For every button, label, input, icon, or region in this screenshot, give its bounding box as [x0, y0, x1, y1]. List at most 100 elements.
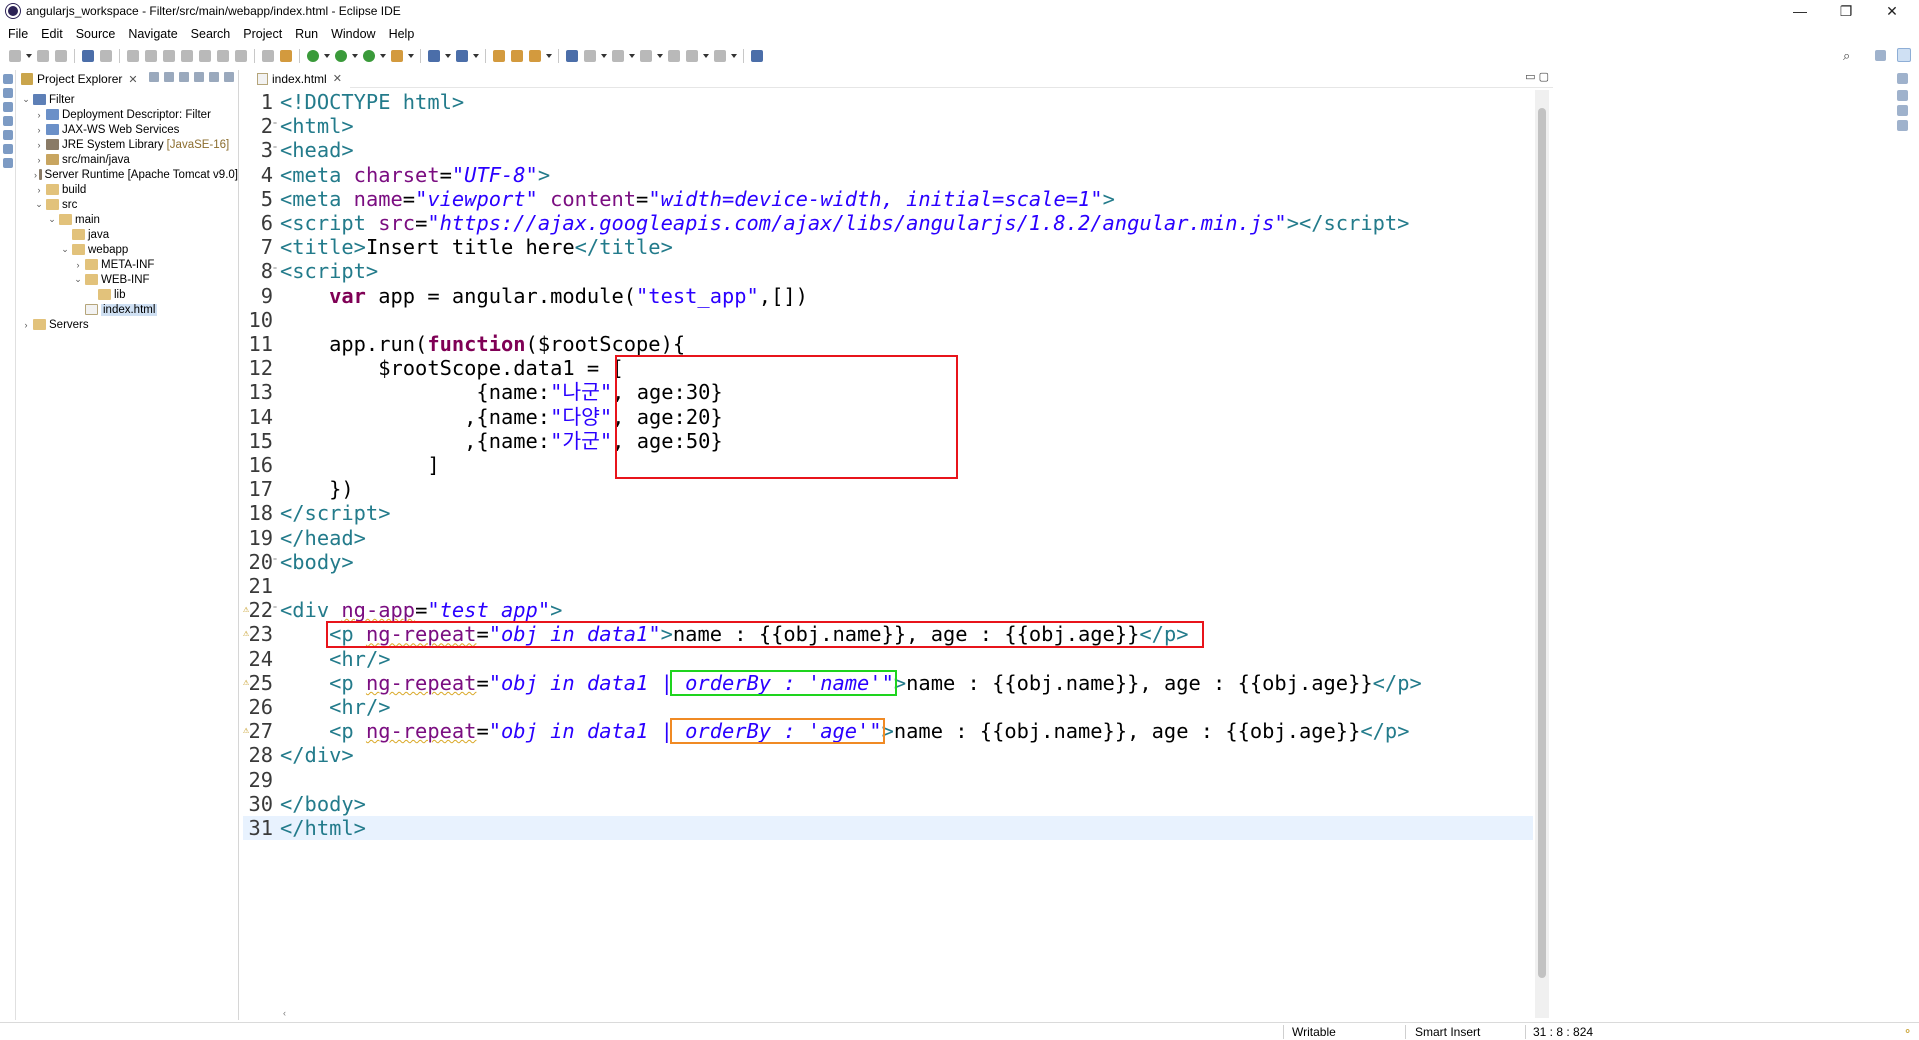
- code-line[interactable]: 8 ⁼ <script>: [243, 259, 1533, 283]
- tab-project-explorer[interactable]: Project Explorer ✕: [17, 70, 142, 88]
- chevron-down-icon[interactable]: [473, 54, 479, 58]
- fold-toggle-icon[interactable]: ⁼: [272, 598, 278, 622]
- save-icon[interactable]: [37, 50, 49, 62]
- save-all-icon[interactable]: [55, 50, 67, 62]
- code-line[interactable]: 17 }): [243, 477, 1533, 501]
- chevron-right-icon[interactable]: ›: [73, 260, 83, 270]
- chevron-down-icon[interactable]: ⌄: [34, 199, 44, 210]
- tree-item[interactable]: › JAX-WS Web Services: [17, 122, 238, 137]
- code-line[interactable]: 26 <hr/>: [243, 695, 1533, 719]
- code-line[interactable]: 11 app.run(function($rootScope){: [243, 332, 1533, 356]
- code-line[interactable]: 15 ,{name:"가군", age:50}: [243, 429, 1533, 453]
- tree-item[interactable]: › JRE System Library [JavaSE-16]: [17, 137, 238, 152]
- run-icon[interactable]: [335, 50, 347, 62]
- menu-edit[interactable]: Edit: [33, 27, 68, 41]
- minimize-button[interactable]: —: [1777, 0, 1823, 22]
- tree-item[interactable]: › build: [17, 182, 238, 197]
- tree-item[interactable]: › src/main/java: [17, 152, 238, 167]
- menu-run[interactable]: Run: [287, 27, 323, 41]
- maximize-view-icon[interactable]: [224, 72, 234, 82]
- tab-index-html[interactable]: index.html ✕: [243, 69, 350, 88]
- close-icon[interactable]: ✕: [333, 72, 342, 85]
- tree-item[interactable]: ⌄ webapp: [17, 242, 238, 257]
- close-button[interactable]: ✕: [1869, 0, 1915, 22]
- code-line[interactable]: 24 <hr/>: [243, 647, 1533, 671]
- task-view-icon[interactable]: [1897, 90, 1908, 101]
- chevron-right-icon[interactable]: ›: [34, 110, 44, 120]
- menu-window[interactable]: Window: [323, 27, 380, 41]
- step-return-icon[interactable]: [235, 50, 247, 62]
- forward-icon[interactable]: [714, 50, 726, 62]
- code-line[interactable]: 31 </html>: [243, 816, 1533, 840]
- chevron-right-icon[interactable]: ›: [34, 140, 44, 150]
- code-line[interactable]: 29: [243, 768, 1533, 792]
- chevron-down-icon[interactable]: [657, 54, 663, 58]
- editor-minmax-icon[interactable]: ▭ ▢: [1525, 70, 1549, 83]
- globe-icon[interactable]: [566, 50, 578, 62]
- previous-annotation-icon[interactable]: [640, 50, 652, 62]
- code-line[interactable]: 30 </body>: [243, 792, 1533, 816]
- chevron-right-icon[interactable]: ›: [34, 155, 44, 165]
- console-icon[interactable]: [3, 158, 13, 168]
- tree-item[interactable]: ⌄ src: [17, 197, 238, 212]
- chevron-right-icon[interactable]: ›: [34, 125, 44, 135]
- open-type-icon[interactable]: [493, 50, 505, 62]
- tree-item[interactable]: ⌄ WEB-INF: [17, 272, 238, 287]
- code-line[interactable]: 16 ]: [243, 453, 1533, 477]
- code-line[interactable]: 7 <title>Insert title here</title>: [243, 235, 1533, 259]
- fold-toggle-icon[interactable]: ⁼: [272, 114, 278, 138]
- last-edit-icon[interactable]: [668, 50, 680, 62]
- chevron-down-icon[interactable]: [324, 54, 330, 58]
- code-line[interactable]: 13 {name:"나군", age:30}: [243, 380, 1533, 404]
- new-icon[interactable]: [9, 50, 21, 62]
- menu-help[interactable]: Help: [381, 27, 420, 41]
- tree-item[interactable]: › Server Runtime [Apache Tomcat v9.0]: [17, 167, 238, 182]
- code-editor[interactable]: 1 <!DOCTYPE html> 2 ⁼ <html> 3 ⁼ <head> 4 <meta c…: [243, 90, 1533, 1000]
- code-line[interactable]: 3 ⁼ <head>: [243, 138, 1533, 162]
- menu-project[interactable]: Project: [235, 27, 287, 41]
- chevron-down-icon[interactable]: [380, 54, 386, 58]
- new-class-icon[interactable]: [456, 50, 468, 62]
- menu-search[interactable]: Search: [183, 27, 236, 41]
- navigator-icon[interactable]: [3, 130, 13, 140]
- open-task-icon[interactable]: [511, 50, 523, 62]
- tree-item[interactable]: › Servers: [17, 317, 238, 332]
- use-step-filters-icon[interactable]: [262, 50, 274, 62]
- tree-item[interactable]: › Deployment Descriptor: Filter: [17, 107, 238, 122]
- restore-button[interactable]: ❐: [1823, 0, 1869, 22]
- status-insert-mode[interactable]: Smart Insert: [1415, 1025, 1480, 1039]
- debug-icon[interactable]: [307, 50, 319, 62]
- skip-breakpoints-icon[interactable]: [100, 50, 112, 62]
- disconnect-icon[interactable]: [181, 50, 193, 62]
- close-icon[interactable]: ✕: [128, 73, 137, 86]
- tree-item[interactable]: index.html: [17, 302, 238, 317]
- chevron-down-icon[interactable]: [546, 54, 552, 58]
- code-line[interactable]: 21: [243, 574, 1533, 598]
- code-line[interactable]: 1 <!DOCTYPE html>: [243, 90, 1533, 114]
- code-line[interactable]: ⚠ 27 <p ng-repeat="obj in data1 | orderBy…: [243, 719, 1533, 743]
- fold-toggle-icon[interactable]: ⁼: [272, 550, 278, 574]
- link-with-editor-icon[interactable]: [164, 72, 174, 82]
- scrollbar-thumb[interactable]: [1538, 108, 1546, 978]
- chevron-down-icon[interactable]: ⌄: [47, 214, 57, 225]
- toggle-mark-icon[interactable]: [584, 50, 596, 62]
- code-line[interactable]: 14 ,{name:"다양", age:20}: [243, 405, 1533, 429]
- code-line[interactable]: 2 ⁼ <html>: [243, 114, 1533, 138]
- minimize-view-icon[interactable]: [209, 72, 219, 82]
- collapse-all-icon[interactable]: [149, 72, 159, 82]
- chevron-right-icon[interactable]: ›: [34, 170, 37, 180]
- menu-navigate[interactable]: Navigate: [120, 27, 182, 41]
- chevron-down-icon[interactable]: [352, 54, 358, 58]
- filter-icon[interactable]: [179, 72, 189, 82]
- build-icon[interactable]: [280, 50, 292, 62]
- step-into-icon[interactable]: [199, 50, 211, 62]
- scroll-left-icon[interactable]: ‹: [283, 1008, 286, 1018]
- code-line[interactable]: ⚠ 25 <p ng-repeat="obj in data1 | orderBy…: [243, 671, 1533, 695]
- code-line[interactable]: 28 </div>: [243, 743, 1533, 767]
- chevron-down-icon[interactable]: [629, 54, 635, 58]
- code-line[interactable]: ⚠ 22 ⁼ <div ng-app="test_app">: [243, 598, 1533, 622]
- terminate-icon[interactable]: [163, 50, 175, 62]
- hierarchy-icon[interactable]: [3, 116, 13, 126]
- restore-view-icon[interactable]: [3, 74, 13, 84]
- chevron-down-icon[interactable]: [408, 54, 414, 58]
